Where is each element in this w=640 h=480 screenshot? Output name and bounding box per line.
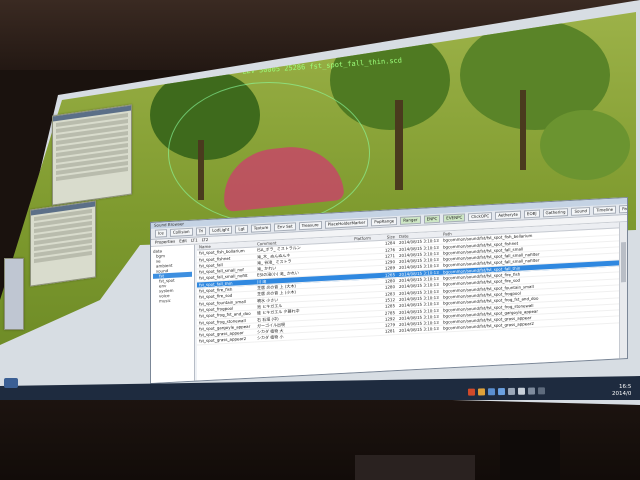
clock-time: 16:5	[619, 384, 632, 390]
toolbar-button-clickopc[interactable]: ClickOPC	[468, 212, 493, 222]
toolbar-button-treasure[interactable]: Treasure	[298, 221, 322, 231]
stage-speaker	[500, 430, 560, 480]
toolbar-button-collision[interactable]: Collision	[169, 227, 193, 237]
tray-app-icon[interactable]	[507, 387, 516, 395]
scrollbar-thumb[interactable]	[621, 242, 626, 283]
tray-keyboard-icon[interactable]	[517, 387, 526, 395]
cell-size: 1281	[384, 328, 395, 335]
subtab-properties[interactable]: Properties	[155, 239, 175, 246]
tray-network-icon[interactable]	[487, 388, 496, 396]
tree-trunk	[520, 90, 526, 170]
toolbar-button-evenpc[interactable]: EVENPC	[443, 213, 466, 223]
left-icon-strip[interactable]	[4, 258, 24, 330]
subtab-lt2[interactable]: LT2	[202, 237, 209, 243]
toolbar-button-gathering[interactable]: Gathering	[542, 208, 569, 218]
toolbar-button-lodlight[interactable]: LodLight	[209, 225, 233, 235]
system-tray	[467, 387, 546, 396]
start-button[interactable]	[4, 378, 18, 388]
toolbar-button-ice[interactable]: Ice	[155, 229, 167, 238]
sound-file-table[interactable]: Name Comment Platform Size Date Path fst…	[197, 222, 619, 381]
tray-app-icon[interactable]	[497, 388, 506, 396]
tree-item[interactable]: music	[153, 297, 192, 304]
toolbar-button-eobj[interactable]: EOBJ	[523, 209, 540, 219]
toolbar-button-tri[interactable]: Tri	[195, 227, 207, 236]
tray-volume-icon[interactable]	[527, 387, 536, 395]
toolbar-button-envset[interactable]: Env Set	[274, 222, 296, 232]
table-scrollbar[interactable]	[619, 222, 627, 359]
folder-tree[interactable]: data bgm se ambient sound fst fst_spot env syste…	[151, 244, 195, 383]
tool-window-layers[interactable]	[30, 200, 96, 287]
tray-flag-icon[interactable]	[537, 387, 546, 395]
toolbar-button-path[interactable]: Path	[619, 204, 628, 214]
toolbar-button-enpc[interactable]: ENPC	[423, 214, 441, 224]
tree-canopy	[540, 110, 630, 180]
clock-date: 2014/0	[612, 391, 632, 397]
toolbar-button-sound[interactable]: Sound	[571, 206, 591, 216]
subtab-edit[interactable]: Edit	[179, 238, 187, 244]
subtab-lt1[interactable]: LT1	[191, 238, 198, 244]
sound-browser-window[interactable]: Sound Browser Ice Collision Tri LodLight…	[150, 196, 628, 384]
toolbar-button-poprange[interactable]: PopRange	[371, 217, 398, 227]
toolbar-button-lgt[interactable]: Lgt	[235, 224, 248, 234]
toolbar-button-placeholder[interactable]: PlaceHolderMarker	[324, 218, 369, 229]
toolbar-button-ranger[interactable]: Ranger	[400, 215, 421, 225]
cell-date: 2014/08/15 3:10:13	[399, 326, 439, 334]
toolbar-button-timeline[interactable]: Timeline	[593, 205, 617, 215]
toolbar-button-texture[interactable]: Texture	[250, 223, 272, 233]
cell-platform	[353, 330, 375, 336]
stage-podium	[355, 455, 475, 480]
toolbar-button-aetheryte[interactable]: Aetheryte	[495, 210, 521, 220]
tray-folder-icon[interactable]	[477, 388, 486, 396]
tool-window-properties[interactable]	[52, 104, 132, 206]
taskbar-clock[interactable]: 16:5 2014/0	[612, 384, 631, 398]
tree-trunk	[395, 100, 403, 190]
tray-app-icon[interactable]	[467, 388, 476, 396]
